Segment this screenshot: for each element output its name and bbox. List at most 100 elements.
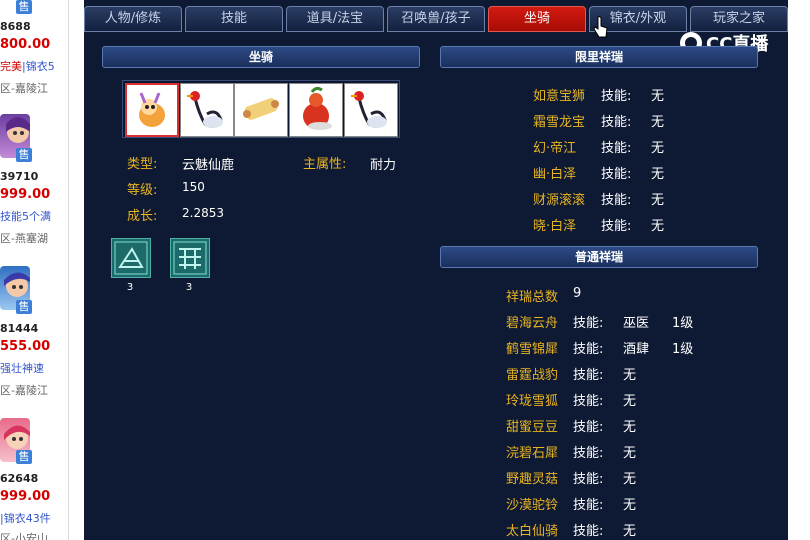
type-label: 类型: — [127, 157, 158, 172]
skill-label: 技能: — [601, 89, 632, 104]
ornament-icon — [173, 241, 207, 275]
tab-pets[interactable]: 召唤兽/孩子 — [387, 6, 485, 32]
limited-row: 幽·白泽 技能: 无 — [533, 163, 733, 182]
skill-value: 无 — [623, 420, 637, 435]
normal-row: 浣碧石犀 技能: 无 — [506, 442, 726, 461]
tab-character[interactable]: 人物/修炼 — [84, 6, 182, 32]
xiangrui-name: 浣碧石犀 — [506, 446, 559, 461]
ornament-count: 3 — [185, 282, 193, 293]
crane-mount-icon — [187, 91, 223, 128]
xiangrui-name: 野趣灵菇 — [506, 472, 559, 487]
mount-slot[interactable] — [289, 83, 343, 137]
mount-slot[interactable] — [125, 83, 179, 137]
ornament-icon — [114, 241, 148, 275]
xiangrui-name: 霜雪龙宝 — [533, 115, 586, 130]
deer-mount-icon — [139, 92, 165, 127]
mount-slot[interactable] — [344, 83, 398, 137]
listing-id: 8688 — [0, 20, 31, 33]
mouse-cursor-icon — [594, 16, 608, 38]
skill-label: 技能: — [573, 472, 604, 487]
mount-slot[interactable] — [234, 83, 288, 137]
skill-value: 无 — [623, 472, 637, 487]
listing-desc[interactable]: 技能5个满 — [0, 208, 51, 224]
total-value: 9 — [573, 286, 582, 301]
xiangrui-name: 财源滚滚 — [533, 193, 586, 208]
skill-label: 技能: — [573, 446, 604, 461]
crane-mount-icon — [351, 91, 387, 128]
tab-mounts[interactable]: 坐骑 — [488, 6, 586, 32]
scroll-item-icon — [243, 98, 279, 120]
listing-card[interactable]: 售 62648 999.00 |锦衣43件 区-小安山 — [0, 418, 68, 540]
skill-label: 技能: — [601, 141, 632, 156]
xiangrui-name: 雷霆战豹 — [506, 368, 559, 383]
normal-header: 普通祥瑞 — [440, 246, 758, 268]
normal-row: 雷霆战豹 技能: 无 — [506, 364, 726, 383]
mount-header: 坐骑 — [102, 46, 420, 68]
sell-badge: 售 — [16, 0, 32, 14]
normal-row: 太白仙骑 技能: 无 — [506, 520, 726, 539]
listing-price: 800.00 — [0, 37, 51, 52]
skill-label: 技能: — [573, 368, 604, 383]
tab-items[interactable]: 道具/法宝 — [286, 6, 384, 32]
skill-level: 1级 — [672, 316, 694, 331]
limited-row: 如意宝狮 技能: 无 — [533, 85, 733, 104]
attr-label: 主属性: — [303, 157, 347, 172]
sell-badge: 售 — [16, 300, 32, 314]
listing-id: 62648 — [0, 472, 39, 485]
listing-price: 555.00 — [0, 339, 51, 354]
xiangrui-total: 祥瑞总数 9 — [506, 286, 706, 305]
skill-value: 酒肆 — [623, 342, 650, 357]
skill-value: 无 — [651, 193, 665, 208]
skill-value: 无 — [651, 219, 665, 234]
skill-value: 无 — [651, 141, 665, 156]
xiangrui-name: 玲珑雪狐 — [506, 394, 559, 409]
listing-id: 39710 — [0, 170, 39, 183]
skill-label: 技能: — [573, 316, 604, 331]
xiangrui-name: 太白仙骑 — [506, 524, 559, 539]
limited-row: 晓·白泽 技能: 无 — [533, 215, 733, 234]
skill-level: 1级 — [672, 342, 694, 357]
skill-value: 无 — [623, 368, 637, 383]
skill-label: 技能: — [601, 193, 632, 208]
xiangrui-name: 鹤雪锦犀 — [506, 342, 559, 357]
sell-badge: 售 — [16, 148, 32, 162]
tab-skills[interactable]: 技能 — [185, 6, 283, 32]
skill-label: 技能: — [573, 420, 604, 435]
mount-slot[interactable] — [180, 83, 234, 137]
attr-value: 耐力 — [370, 158, 397, 173]
xiangrui-name: 如意宝狮 — [533, 89, 586, 104]
listing-desc[interactable]: 完美|锦衣5 — [0, 58, 55, 74]
listing-desc[interactable]: |锦衣43件 — [0, 510, 51, 526]
normal-row: 玲珑雪狐 技能: 无 — [506, 390, 726, 409]
listing-server: 区-嘉陵江 — [0, 384, 48, 397]
listing-server: 区-燕塞湖 — [0, 232, 48, 245]
xiangrui-name: 沙漠驼铃 — [506, 498, 559, 513]
xiangrui-name: 幻·帝江 — [533, 141, 577, 156]
mount-icon-strip — [122, 80, 400, 138]
listing-server: 区-小安山 — [0, 532, 48, 540]
listing-server: 区-嘉陵江 — [0, 82, 48, 95]
ornament-slot[interactable] — [111, 238, 151, 278]
skill-value: 无 — [623, 446, 637, 461]
listing-price: 999.00 — [0, 489, 51, 504]
skill-label: 技能: — [601, 219, 632, 234]
listing-card[interactable]: 售 8688 800.00 完美|锦衣5 区-嘉陵江 — [0, 0, 68, 110]
skill-value: 无 — [623, 524, 637, 539]
type-value: 云魅仙鹿 — [182, 158, 235, 173]
limited-row: 霜雪龙宝 技能: 无 — [533, 111, 733, 130]
skill-value: 无 — [651, 115, 665, 130]
level-label: 等级: — [127, 183, 158, 198]
ornament-count: 3 — [126, 282, 134, 293]
ornament-slot[interactable] — [170, 238, 210, 278]
normal-row: 碧海云舟 技能: 巫医 1级 — [506, 312, 726, 331]
listing-card[interactable]: 售 81444 555.00 强壮神速 区-嘉陵江 — [0, 264, 68, 404]
limited-row: 幻·帝江 技能: 无 — [533, 137, 733, 156]
listing-card[interactable]: 售 39710 999.00 技能5个满 区-燕塞湖 — [0, 112, 68, 252]
listing-desc[interactable]: 强壮神速 — [0, 360, 44, 376]
skill-value: 巫医 — [623, 316, 650, 331]
skill-label: 技能: — [573, 342, 604, 357]
growth-value: 2.2853 — [182, 206, 224, 220]
skill-value: 无 — [623, 498, 637, 513]
normal-row: 鹤雪锦犀 技能: 酒肆 1级 — [506, 338, 726, 357]
limited-header: 限里祥瑞 — [440, 46, 758, 68]
